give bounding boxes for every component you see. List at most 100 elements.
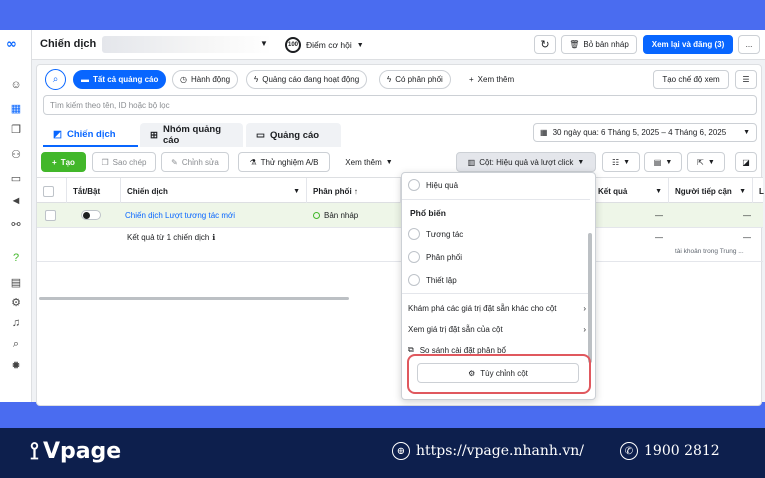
ab-test-button[interactable]: ⚗ Thử nghiệm A/B [238, 152, 330, 172]
audiences-icon[interactable]: ⚇ [8, 146, 24, 162]
preset-performance[interactable]: Hiệu quả [408, 176, 582, 194]
campaigns-table-icon[interactable]: ▦ [8, 100, 24, 116]
column-reach[interactable]: Người tiếp cận ▼ [669, 178, 753, 204]
discard-drafts-button[interactable]: 🗑 Bỏ bản nháp [561, 35, 637, 54]
filter-actions[interactable]: ◷ Hành động [172, 70, 239, 89]
row-checkbox[interactable] [45, 209, 56, 221]
radio-icon [408, 179, 420, 191]
score-ring-icon: 100 [285, 37, 301, 53]
column-campaign[interactable]: Chiến dịch ▼ [121, 178, 307, 204]
view-presets-label: Xem giá trị đặt sẵn của cột [408, 324, 503, 334]
left-nav: ∞ ☺ ▦ ❐ ⚇ ▭ ◄ ⚯ ? ▤ ⚙ ♫ ⌕ ✹ [0, 30, 32, 402]
column-results-label: Kết quả [598, 186, 628, 196]
chevron-down-icon: ▼ [385, 158, 393, 166]
website-link[interactable]: ⊕ https://vpage.nhanh.vn/ [392, 442, 584, 460]
phone-text: 1900 2812 [644, 443, 720, 459]
tab-campaigns[interactable]: ◩ Chiến dịch [43, 123, 138, 147]
columns-icon: ▥ [467, 157, 476, 167]
filter-see-more[interactable]: + Xem thêm [462, 70, 522, 89]
explore-presets-item[interactable]: Khám phá các giá trị đặt sẵn khác cho cộ… [408, 299, 586, 317]
campaign-flag-icon: ◩ [53, 128, 62, 140]
preset-engagement[interactable]: Tương tác [408, 225, 582, 243]
copy-button[interactable]: ❐ Sao chép [92, 152, 156, 172]
settings-gear-icon[interactable]: ⚙ [8, 294, 24, 310]
column-toggle[interactable]: Tắt/Bật [67, 178, 121, 204]
see-more-button[interactable]: Xem thêm ▼ [336, 152, 402, 172]
website-text: https://vpage.nhanh.vn/ [416, 443, 584, 459]
dropdown-scrollbar[interactable] [588, 233, 592, 363]
refresh-button[interactable]: ↻ [534, 35, 556, 54]
ad-account-selector[interactable] [102, 36, 272, 53]
page-title: Chiến dịch [40, 38, 97, 50]
search-input[interactable]: Tìm kiếm theo tên, ID hoặc bộ lọc [43, 95, 757, 115]
create-button[interactable]: + Tạo [41, 152, 86, 172]
preset-engagement-label: Tương tác [426, 229, 464, 239]
copy-label: Sao chép [112, 157, 147, 167]
more-options-button[interactable]: ... [738, 35, 760, 54]
review-and-publish-button[interactable]: Xem lại và đăng (3) [643, 35, 733, 54]
bug-report-icon[interactable]: ✹ [8, 357, 24, 373]
meta-logo-icon: ∞ [6, 37, 17, 52]
business-tools-icon[interactable]: ⚯ [8, 216, 24, 232]
select-all-checkbox[interactable] [43, 185, 54, 197]
campaign-toggle[interactable] [81, 210, 101, 220]
billing-icon[interactable]: ▭ [8, 170, 24, 186]
column-delivery[interactable]: Phân phối ↑ [307, 178, 401, 204]
view-settings-button[interactable]: ☰ [735, 70, 757, 89]
breakdown-button[interactable]: ☷ ▼ [602, 152, 640, 172]
filter-active-ads-label: Quảng cáo đang hoạt động [262, 75, 360, 84]
folder-icon: ▬ [81, 75, 89, 84]
reports-icon[interactable]: ▤ [8, 274, 24, 290]
column-results[interactable]: Kết quả ▼ [592, 178, 669, 204]
column-more[interactable]: L [753, 178, 764, 204]
filter-delivering[interactable]: ϟ Có phân phối [379, 70, 451, 89]
row-checkbox-cell [39, 203, 67, 227]
globe-icon: ⊕ [392, 442, 410, 460]
reports-icon: ▤ [653, 157, 662, 167]
filter-see-more-label: Xem thêm [477, 75, 515, 84]
megaphone-icon[interactable]: ◄ [8, 193, 24, 209]
account-overview-icon[interactable]: ☺ [8, 77, 24, 93]
chevron-down-icon: ▼ [260, 39, 268, 48]
preset-delivery[interactable]: Phân phối [408, 248, 582, 266]
view-presets-item[interactable]: Xem giá trị đặt sẵn của cột › [408, 320, 586, 338]
chevron-down-icon: ▼ [743, 129, 750, 136]
chevron-down-icon: ▼ [356, 41, 364, 49]
export-button[interactable]: ⇱ ▼ [687, 152, 725, 172]
campaign-name-link[interactable]: Chiến dịch Lượt tương tác mới [119, 203, 307, 227]
phone-icon: ✆ [620, 442, 638, 460]
chart-button[interactable]: ◪ [735, 152, 757, 172]
notifications-bell-icon[interactable]: ♫ [8, 315, 24, 331]
help-icon[interactable]: ? [8, 250, 24, 266]
reports-button[interactable]: ▤ ▼ [644, 152, 682, 172]
search-toggle-icon[interactable]: ⌕ [45, 69, 66, 90]
phone-link[interactable]: ✆ 1900 2812 [620, 442, 720, 460]
date-range-picker[interactable]: ▦ 30 ngày qua: 6 Tháng 5, 2025 – 4 Tháng… [533, 123, 757, 142]
section-popular: Phổ biến [410, 208, 446, 218]
delivery-status: Bản nháp [307, 203, 401, 227]
horizontal-scrollbar[interactable] [39, 297, 349, 300]
preset-setup[interactable]: Thiết lập [408, 271, 582, 289]
results-value: — [655, 210, 663, 220]
search-icon[interactable]: ⌕ [8, 336, 24, 352]
tab-ad-sets[interactable]: ⊞ Nhóm quảng cáo [140, 123, 243, 147]
chevron-down-icon: ▼ [655, 187, 662, 195]
pages-icon[interactable]: ❐ [8, 121, 24, 137]
opportunity-score[interactable]: 100 Điểm cơ hội ▼ [285, 36, 364, 54]
create-view-button[interactable]: Tạo chế độ xem [653, 70, 729, 89]
columns-selector[interactable]: ▥ Cột: Hiệu quả và lượt click ▼ [456, 152, 596, 172]
table-row[interactable]: Chiến dịch Lượt tương tác mới Bản nháp —… [37, 203, 763, 228]
vpage-brand-text: Vpage [42, 438, 122, 464]
radio-icon [408, 228, 420, 240]
grid-icon: ⊞ [150, 129, 158, 141]
ad-icon: ▭ [256, 129, 265, 141]
reach-value: — [743, 210, 751, 220]
table-header: Tắt/Bật Chiến dịch ▼ Phân phối ↑ Kết quả… [37, 177, 764, 204]
chevron-down-icon: ▼ [623, 158, 631, 166]
breakdown-icon: ☷ [611, 157, 620, 167]
filter-all-ads[interactable]: ▬ Tất cả quảng cáo [73, 70, 167, 89]
tab-ads[interactable]: ▭ Quảng cáo [246, 123, 341, 147]
filter-active-ads[interactable]: ϟ Quảng cáo đang hoạt động [246, 70, 368, 89]
chart-icon: ◪ [742, 157, 750, 167]
edit-button[interactable]: ✎ Chỉnh sửa [161, 152, 229, 172]
